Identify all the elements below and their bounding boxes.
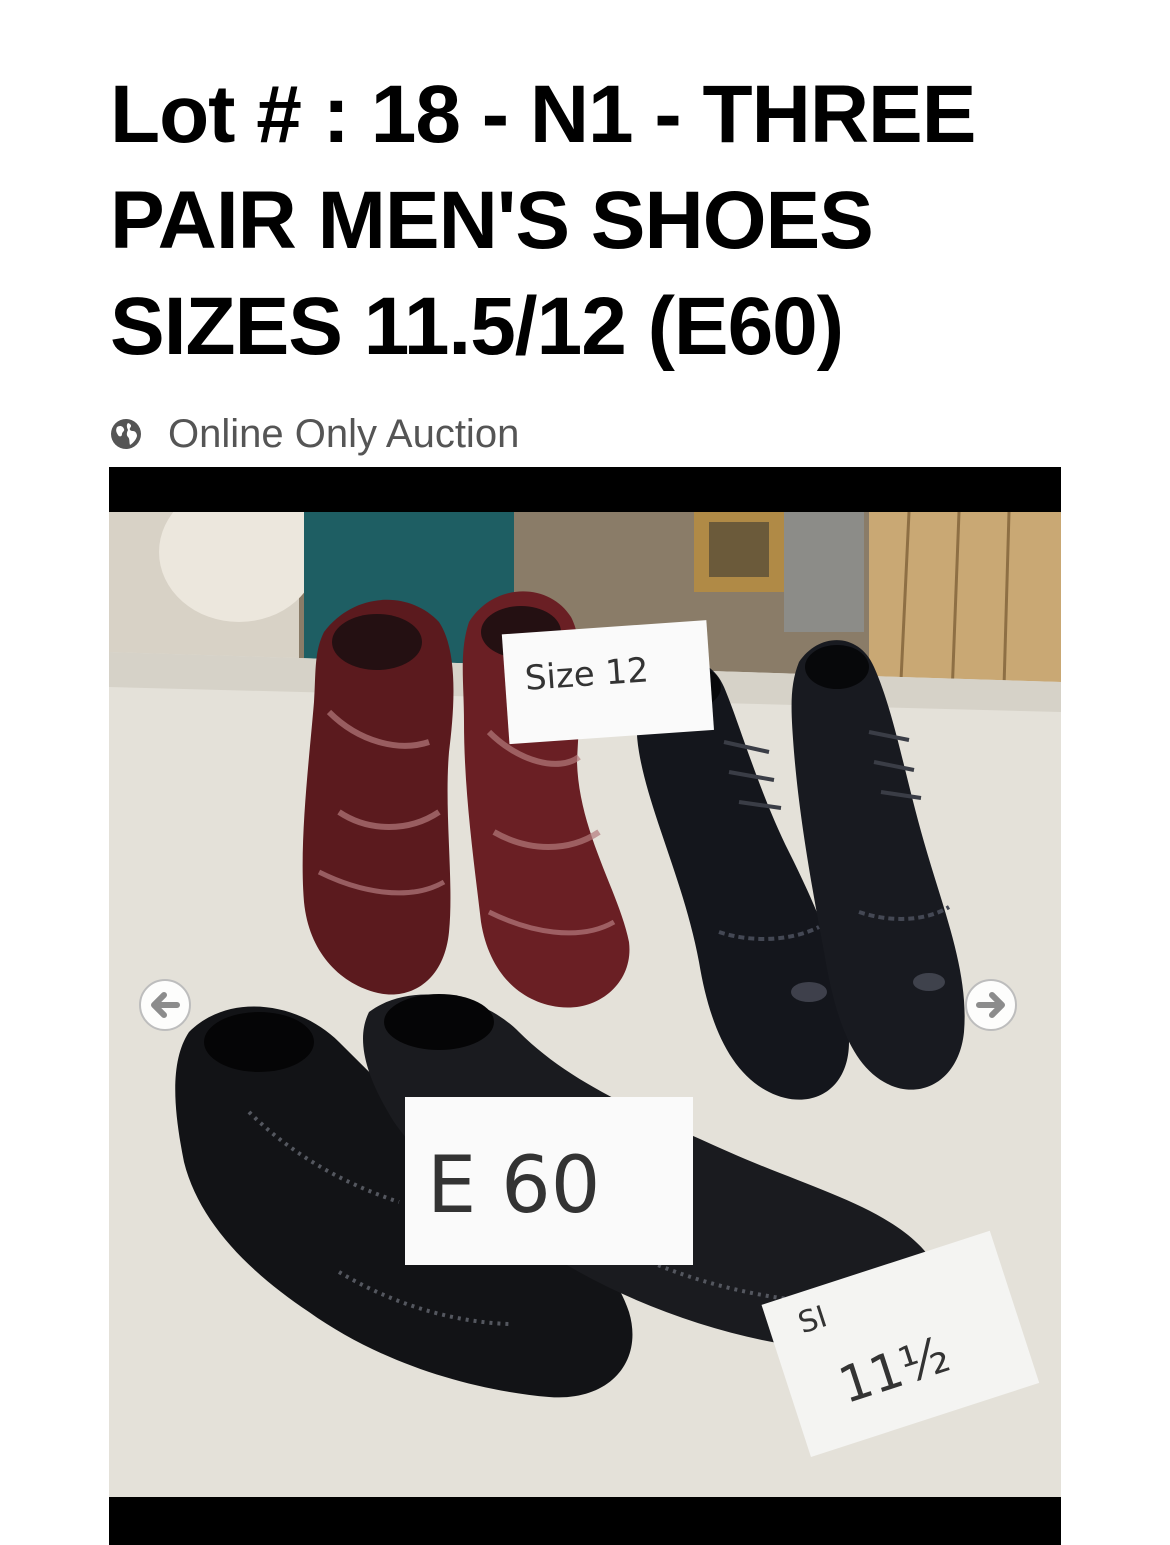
size-12-card: Size 12 xyxy=(501,620,714,745)
lot-photo: Size 12 E 60 SI 11½ xyxy=(109,512,1061,1497)
arrow-left-icon[interactable] xyxy=(137,977,193,1033)
lot-number-card: E 60 xyxy=(405,1097,693,1265)
svg-text:E 60: E 60 xyxy=(427,1141,600,1231)
globe-icon xyxy=(111,419,141,449)
photo-gallery[interactable]: Size 12 E 60 SI 11½ xyxy=(109,467,1061,1545)
lot-title: Lot # : 18 - N1 - THREE PAIR MEN'S SHOES… xyxy=(110,69,976,372)
arrow-right-icon[interactable] xyxy=(963,977,1019,1033)
auction-type-row: Online Only Auction xyxy=(110,408,519,460)
auction-type-label: Online Only Auction xyxy=(168,411,520,456)
